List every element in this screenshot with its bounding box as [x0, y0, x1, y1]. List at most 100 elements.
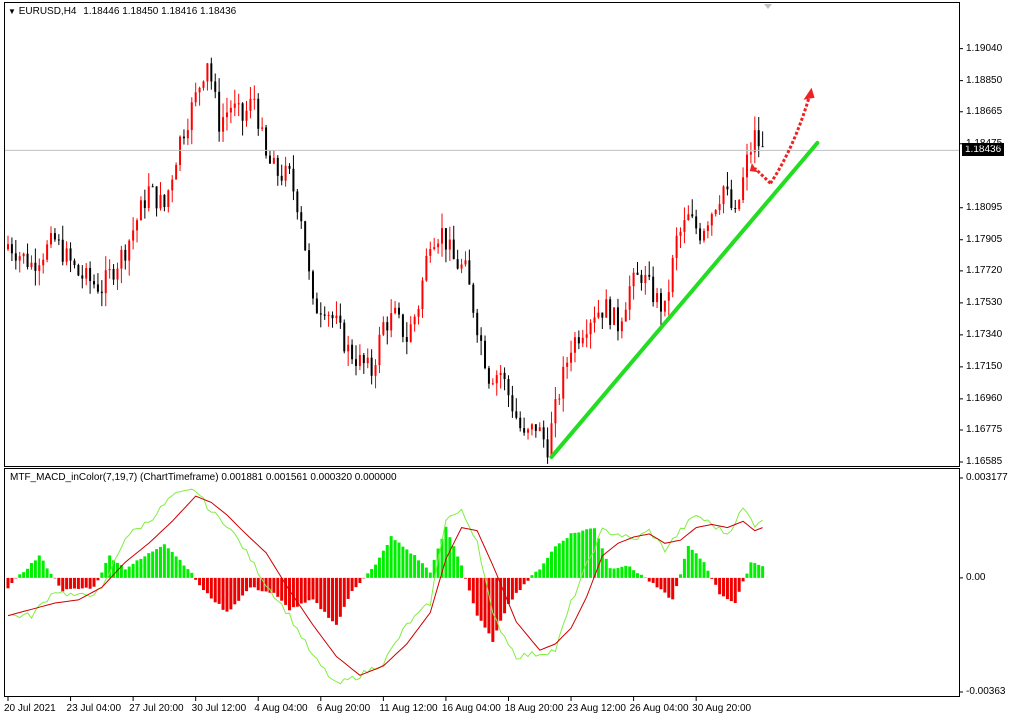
overlays-layer: [5, 87, 959, 459]
macd-histogram-bar: [667, 577, 671, 598]
arrowhead-left-icon: [749, 163, 758, 173]
candle-body: [456, 259, 459, 269]
time-tick-label: 20 Jul 2021: [4, 703, 56, 714]
macd-histogram-bar: [722, 577, 726, 597]
candle-body: [562, 366, 565, 399]
time-tick-label: 18 Aug 20:00: [504, 703, 564, 714]
signal-line: [7, 495, 763, 676]
macd-histogram-bar: [733, 577, 737, 603]
macd-histogram-bar: [319, 577, 323, 610]
time-tick-label: 30 Aug 20:00: [692, 703, 752, 714]
candle-body: [304, 221, 307, 251]
candle-body: [628, 286, 631, 310]
candle-body: [233, 103, 236, 108]
macd-histogram-bar: [362, 577, 366, 579]
macd-histogram-bar: [162, 544, 166, 578]
candle-body: [139, 200, 142, 221]
candle-body: [581, 337, 584, 344]
projection-up-arrow: [769, 95, 811, 185]
candle-body: [495, 375, 498, 384]
candle-body: [542, 427, 545, 440]
candle-body: [42, 259, 45, 266]
candle-body: [679, 231, 682, 236]
candle-body: [354, 359, 357, 366]
candle-body: [96, 284, 99, 292]
macd-histogram-bar: [370, 568, 374, 578]
macd-histogram-bar: [428, 572, 432, 578]
chart-window: ▼ EURUSD,H4 1.18446 1.18450 1.18416 1.18…: [0, 0, 1010, 722]
macd-histogram-bar: [307, 577, 311, 601]
macd-histogram-bar: [170, 551, 174, 578]
macd-histogram-bar: [237, 577, 241, 601]
macd-histogram-bar: [198, 577, 202, 586]
candle-body: [675, 235, 678, 259]
macd-histogram-bar: [557, 543, 561, 578]
macd-histogram-bar: [272, 577, 276, 593]
candle-body: [570, 352, 573, 363]
candle-body: [61, 239, 64, 262]
candle-body: [742, 177, 745, 201]
macd-histogram-bar: [88, 577, 92, 589]
macd-tick-label: 0.00: [966, 571, 986, 583]
macd-histogram-bar: [636, 573, 640, 578]
candle-body: [425, 255, 428, 281]
macd-histogram-bar: [561, 540, 565, 578]
macd-histogram-bar: [18, 574, 22, 578]
macd-histogram-bar: [514, 577, 518, 593]
candle-body: [554, 399, 557, 424]
candle-body: [491, 383, 494, 385]
macd-histogram-bar: [139, 558, 143, 578]
macd-histogram-bar: [323, 577, 327, 612]
macd-histogram-bar: [741, 577, 745, 582]
macd-histogram-bar: [647, 577, 651, 582]
candle-body: [472, 284, 475, 313]
macd-histogram-bar: [698, 558, 702, 578]
candle-body: [444, 228, 447, 250]
symbol-menu-icon[interactable]: ▼: [8, 7, 16, 16]
macd-histogram-bar: [123, 569, 127, 578]
candle-body: [237, 103, 240, 105]
candle-body: [272, 157, 275, 164]
candle-body: [417, 309, 420, 317]
macd-histogram-bar: [620, 566, 624, 578]
candle-body: [296, 191, 299, 213]
macd-histogram-bar: [655, 577, 659, 588]
candle-body: [616, 307, 619, 332]
macd-histogram-bar: [92, 577, 96, 587]
candle-body: [171, 179, 174, 191]
candle-body: [175, 164, 178, 180]
macd-histogram-bar: [409, 553, 413, 578]
candle-body: [609, 299, 612, 325]
macd-histogram-bar: [616, 568, 620, 578]
macd-histogram-bar: [37, 555, 41, 578]
macd-histogram-bar: [753, 563, 757, 578]
candle-body: [390, 313, 393, 331]
candle-body: [151, 186, 154, 188]
macd-histogram-bar: [694, 553, 698, 578]
price-chart[interactable]: [0, 0, 1010, 722]
price-tick-label: 1.17340: [966, 328, 1003, 340]
indicator-title: MTF_MACD_inColor(7,19,7) (ChartTimeframe…: [10, 472, 397, 483]
macd-histogram-bar: [182, 565, 186, 578]
candle-body: [550, 423, 553, 458]
candle-body: [515, 411, 518, 418]
candle-body: [738, 200, 741, 210]
candle-body: [89, 268, 92, 282]
candle-body: [229, 107, 232, 113]
candle-body: [499, 372, 502, 376]
macd-histogram-bar: [213, 577, 217, 603]
candle-body: [691, 214, 694, 217]
macd-histogram-bar: [546, 557, 550, 578]
macd-histogram-bar: [385, 545, 389, 578]
support-trendline: [549, 140, 820, 459]
macd-histogram-bar: [479, 577, 483, 621]
macd-histogram-bar: [45, 568, 49, 578]
candle-body: [644, 274, 647, 283]
candle-body: [714, 210, 717, 215]
candle-body: [468, 260, 471, 285]
candle-body: [26, 253, 29, 268]
candle-body: [65, 248, 68, 262]
macd-histogram-bar: [729, 577, 733, 602]
macd-histogram-bar: [334, 577, 338, 625]
candle-body: [38, 265, 41, 271]
